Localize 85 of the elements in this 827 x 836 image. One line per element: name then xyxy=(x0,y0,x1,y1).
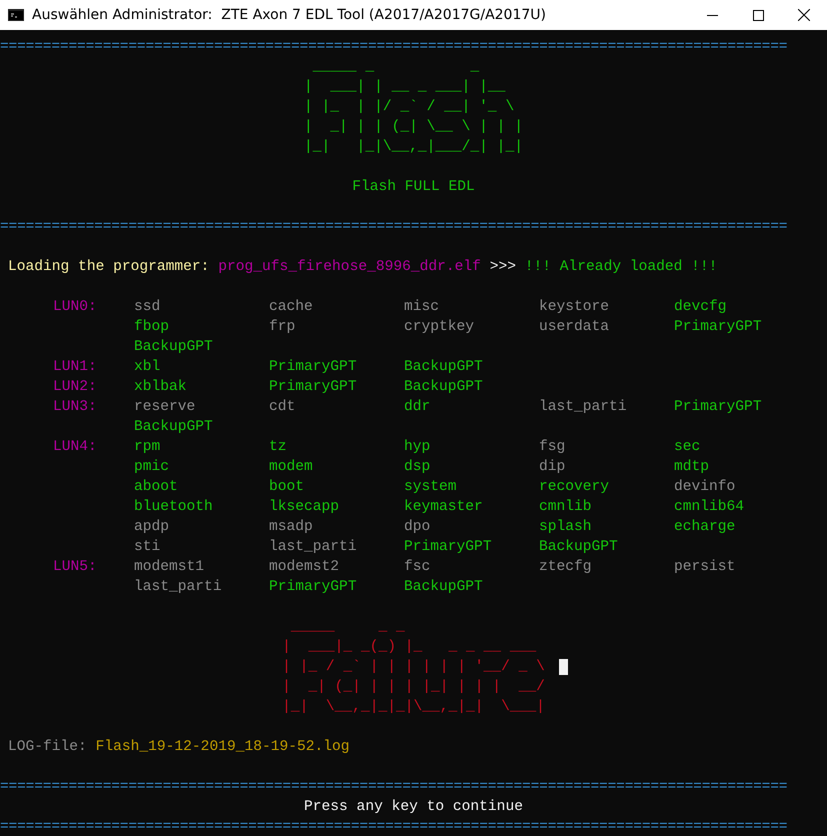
partition-name: BackupGPT xyxy=(134,418,214,437)
partition-name: dsp xyxy=(404,458,432,477)
partition-name: BackupGPT xyxy=(404,378,484,397)
partition-name: BackupGPT xyxy=(404,578,484,597)
partition-name: keymaster xyxy=(404,498,484,517)
partition-name: PrimaryGPT xyxy=(404,538,493,557)
partition-name: hyp xyxy=(404,438,432,457)
ascii-art-title: _____ _ _ | ___|_ _(_) |_ _ _ __ ___ | |_ / _` | | | | | | '__/ _ \ | _| (_| | | | |_| | | | __/ |_| \__,_|_|_|\__,_|_| \___| xyxy=(282,618,545,717)
partition-name: pmic xyxy=(134,458,170,477)
partition-name: sec xyxy=(674,438,702,457)
partition-name: devinfo xyxy=(674,478,736,497)
partition-name: system xyxy=(404,478,458,497)
partition-name: cache xyxy=(269,298,314,317)
partition-name: msadp xyxy=(269,518,314,537)
lun-label: LUN0: xyxy=(53,298,98,317)
partition-name: PrimaryGPT xyxy=(269,358,358,377)
partition-name: modemst2 xyxy=(269,558,340,577)
partition-name: devcfg xyxy=(674,298,728,317)
separator-line: ============================================================================================ xyxy=(0,818,788,836)
partition-name: dip xyxy=(539,458,566,477)
banner-subtitle: Flash FULL EDL xyxy=(352,178,475,197)
partition-name: BackupGPT xyxy=(404,358,484,377)
partition-name: aboot xyxy=(134,478,179,497)
partition-name: PrimaryGPT xyxy=(674,398,763,417)
partition-name: bluetooth xyxy=(134,498,214,517)
partition-name: fsg xyxy=(539,438,566,457)
partition-name: boot xyxy=(269,478,306,497)
partition-name: PrimaryGPT xyxy=(674,318,763,337)
lun-label: LUN3: xyxy=(53,398,98,417)
partition-name: keystore xyxy=(539,298,610,317)
window-title: Auswählen Administrator: ZTE Axon 7 EDL Tool (A2017/A2017G/A2017U) xyxy=(32,7,547,23)
ascii-art-title: _____ _ _ | ___| | __ _ ___| |__ | |_ | |/ _` / __| '_ \ | _| | | (_| \__ \ | | | |_| |_|\__,_|___/_| |_| xyxy=(304,58,523,157)
status-text: !!! Already loaded !!! xyxy=(524,258,718,277)
close-icon xyxy=(798,9,810,21)
partition-name: xbl xyxy=(134,358,162,377)
lun-label: LUN1: xyxy=(53,358,98,377)
partition-name: splash xyxy=(539,518,593,537)
programmer-filename: prog_ufs_firehose_8996_ddr.elf xyxy=(218,258,481,277)
partition-name: xblbak xyxy=(134,378,188,397)
partition-name: apdp xyxy=(134,518,170,537)
maximize-icon xyxy=(752,10,764,20)
partition-name: tz xyxy=(269,438,288,457)
partition-name: modemst1 xyxy=(134,558,206,577)
partition-name: modem xyxy=(269,458,314,477)
separator-line: ============================================================================================ xyxy=(0,38,788,57)
partition-name: ssd xyxy=(134,298,162,317)
lun-label: LUN5: xyxy=(53,558,98,577)
partition-name: cmnlib64 xyxy=(674,498,746,517)
partition-name: cryptkey xyxy=(404,318,476,337)
partition-name: reserve xyxy=(134,398,196,417)
partition-name: PrimaryGPT xyxy=(269,378,358,397)
partition-name: echarge xyxy=(674,518,736,537)
log-filename: Flash_19-12-2019_18-19-52.log xyxy=(96,738,350,757)
lun-label: LUN2: xyxy=(53,378,98,397)
partition-name: BackupGPT xyxy=(134,338,214,357)
partition-name: cdt xyxy=(269,398,296,417)
log-label: LOG-file: xyxy=(8,738,88,757)
separator-line: ============================================================================================ xyxy=(0,218,788,237)
console-icon xyxy=(8,9,24,21)
lun-label: LUN4: xyxy=(53,438,98,457)
partition-name: last_parti xyxy=(539,398,628,417)
text-cursor-icon xyxy=(558,659,568,675)
partition-name: rpm xyxy=(134,438,162,457)
continue-prompt: Press any key to continue xyxy=(304,798,523,817)
partition-name: cmnlib xyxy=(539,498,593,517)
partition-name: lksecapp xyxy=(269,498,340,517)
partition-name: dpo xyxy=(404,518,432,537)
partition-name: recovery xyxy=(539,478,610,497)
loading-label: Loading the programmer: xyxy=(8,258,210,277)
partition-name: mdtp xyxy=(674,458,710,477)
partition-name: PrimaryGPT xyxy=(269,578,358,597)
arrow-text: >>> xyxy=(488,258,517,277)
partition-name: frp xyxy=(269,318,296,337)
partition-name: misc xyxy=(404,298,440,317)
partition-name: last_parti xyxy=(269,538,358,557)
partition-name: BackupGPT xyxy=(539,538,619,557)
partition-name: fbop xyxy=(134,318,170,337)
partition-name: ddr xyxy=(404,398,432,417)
partition-name: sti xyxy=(134,538,162,557)
partition-name: userdata xyxy=(539,318,610,337)
separator-line: ============================================================================================ xyxy=(0,778,788,797)
partition-name: last_parti xyxy=(134,578,223,597)
partition-name: fsc xyxy=(404,558,432,577)
partition-name: persist xyxy=(674,558,736,577)
partition-name: ztecfg xyxy=(539,558,593,577)
